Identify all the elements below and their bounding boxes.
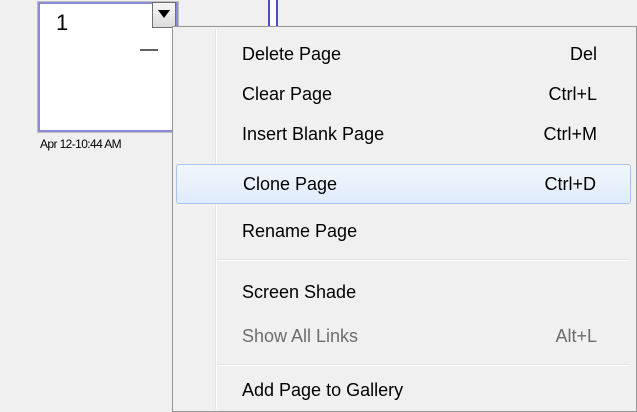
- menu-item-shortcut: Ctrl+D: [544, 174, 596, 194]
- menu-item-shortcut: Del: [569, 44, 597, 64]
- text-cursor-mark: [140, 49, 158, 51]
- menu-item-shortcut: Ctrl+M: [543, 124, 598, 144]
- menu-item-label: Clone Page: [243, 174, 338, 194]
- menu-separator: [217, 364, 629, 366]
- menu-item-label: Insert Blank Page: [242, 124, 385, 144]
- menu-item-shortcut: Alt+L: [555, 326, 597, 346]
- menu-item-rename-page[interactable]: Rename Page: [176, 212, 631, 252]
- chevron-down-icon: [158, 10, 170, 18]
- menu-item-clear-page[interactable]: Clear Page Ctrl+L: [176, 75, 631, 115]
- menu-item-add-page-to-gallery[interactable]: Add Page to Gallery: [176, 371, 631, 411]
- menu-separator: [217, 259, 629, 261]
- menu-item-delete-page[interactable]: Delete Page Del: [176, 35, 631, 75]
- page-context-menu: Delete Page Del Clear Page Ctrl+L Insert…: [172, 26, 637, 412]
- menu-item-label: Add Page to Gallery: [242, 380, 404, 400]
- menu-item-label: Clear Page: [242, 84, 333, 104]
- menu-item-label: Screen Shade: [242, 282, 357, 302]
- menu-item-clone-page[interactable]: Clone Page Ctrl+D: [176, 164, 631, 204]
- menu-item-shortcut: Ctrl+L: [548, 84, 597, 104]
- menu-item-screen-shade[interactable]: Screen Shade: [176, 273, 631, 313]
- menu-item-label: Show All Links: [242, 326, 359, 346]
- menu-item-show-all-links: Show All Links Alt+L: [176, 317, 631, 357]
- menu-item-insert-blank-page[interactable]: Insert Blank Page Ctrl+M: [176, 115, 631, 155]
- page-menu-dropdown-button[interactable]: [152, 2, 176, 28]
- menu-item-label: Rename Page: [242, 221, 358, 241]
- menu-item-label: Delete Page: [242, 44, 342, 64]
- page-number: 1: [56, 10, 69, 35]
- page-timestamp: Apr 12-10:44 AM: [40, 137, 122, 151]
